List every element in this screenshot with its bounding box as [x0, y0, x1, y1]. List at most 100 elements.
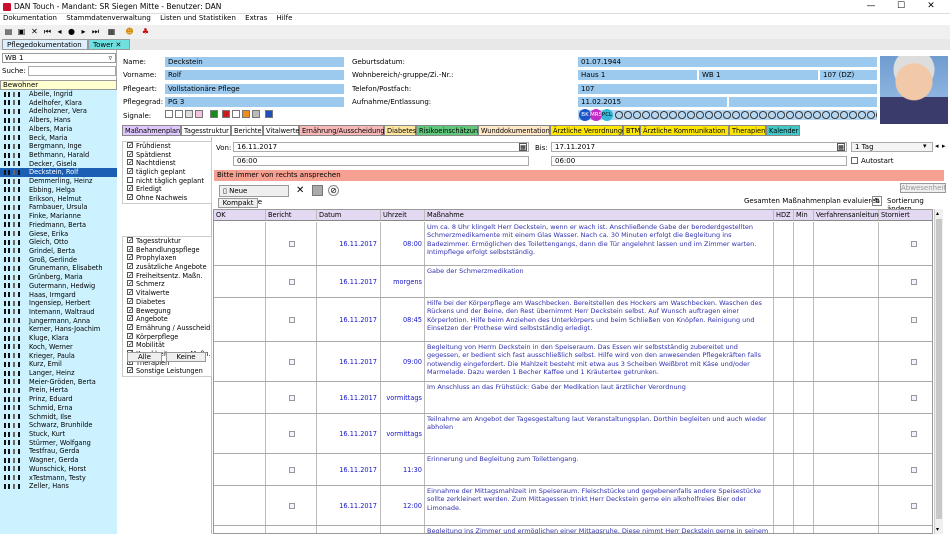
minimize-button[interactable]: —: [856, 0, 886, 14]
storniert-checkbox[interactable]: [911, 467, 917, 473]
scroll-down-icon[interactable]: ▾: [936, 526, 939, 533]
table-row[interactable]: 16.11.2017 11:30 Erinnerung und Begleitung…: [214, 454, 932, 486]
resident-item[interactable]: Beck, Maria: [0, 134, 117, 143]
report-checkbox[interactable]: [289, 241, 295, 247]
menu-stammdaten[interactable]: Stammdatenverwaltung: [66, 14, 151, 22]
abwesenheit-button[interactable]: Abwesenheit: [900, 183, 946, 193]
table-row[interactable]: 16.11.2017 vormittags Teilnahme am Angebot…: [214, 414, 932, 454]
filter-item[interactable]: ✓ Angebote: [123, 315, 211, 324]
col-datum[interactable]: Datum: [317, 210, 381, 221]
resident-item[interactable]: Schwarz, Brunhilde: [0, 421, 117, 430]
period-select[interactable]: 1 Tag: [851, 142, 933, 152]
checkbox[interactable]: ✓: [127, 142, 133, 149]
filter-item[interactable]: ✓ Ohne Nachweis: [123, 194, 211, 203]
resident-item[interactable]: Groß, Gerlinde: [0, 256, 117, 265]
tab-massnahmenplan[interactable]: Maßnahmenplan: [122, 125, 181, 136]
tab-btm[interactable]: BTM: [623, 125, 640, 136]
filter-item[interactable]: ✓ Mobilität: [123, 341, 211, 350]
resident-item[interactable]: Gutermann, Hedwig: [0, 282, 117, 291]
col-verfahren[interactable]: Verfahrensanleitungen: [814, 210, 891, 221]
bis-date-input[interactable]: 17.11.2017: [551, 142, 847, 152]
resident-item[interactable]: Erikson, Helmut: [0, 195, 117, 204]
checkbox[interactable]: ✓: [127, 367, 133, 374]
calendar-icon[interactable]: ▦: [519, 143, 527, 151]
resident-item[interactable]: Haas, Irmgard: [0, 291, 117, 300]
filter-item[interactable]: ✓ Spätdienst: [123, 150, 211, 160]
last-record-icon[interactable]: ⏭: [90, 26, 101, 37]
resident-item[interactable]: Finke, Marianne: [0, 212, 117, 221]
tab-verordnungen[interactable]: Ärztliche Verordnungen: [550, 125, 630, 136]
checkbox[interactable]: ✓: [127, 280, 133, 287]
stop-icon[interactable]: ●: [66, 26, 77, 37]
alle-button[interactable]: Alle: [127, 352, 162, 362]
resident-item[interactable]: Friedmann, Berta: [0, 221, 117, 230]
checkbox[interactable]: ✓: [127, 271, 133, 278]
report-checkbox[interactable]: [289, 279, 295, 285]
next-record-icon[interactable]: ▸: [78, 26, 89, 37]
next-period-icon[interactable]: ▸: [942, 142, 950, 152]
cancel-icon[interactable]: ⊘: [328, 185, 339, 196]
resident-item[interactable]: Giese, Erika: [0, 230, 117, 239]
resident-item[interactable]: Stürmer, Wolfgang: [0, 439, 117, 448]
checkbox[interactable]: ✓: [127, 289, 133, 296]
autostart-checkbox[interactable]: [851, 157, 858, 164]
clipboard-icon[interactable]: ▦: [106, 26, 117, 37]
filter-item[interactable]: ✓ Frühdienst: [123, 142, 211, 151]
storniert-checkbox[interactable]: [911, 395, 917, 401]
close-button[interactable]: ✕: [916, 0, 946, 14]
calendar-icon[interactable]: ▦: [837, 143, 845, 151]
checkbox[interactable]: ✓: [127, 306, 133, 313]
new-measure-button[interactable]: ▯ Neue Maßnahme: [219, 185, 289, 206]
resident-item[interactable]: Grünberg, Maria: [0, 273, 117, 282]
von-time-input[interactable]: 06:00: [233, 156, 529, 166]
checkbox[interactable]: ✓: [127, 150, 133, 157]
col-massnahme[interactable]: Maßnahme: [425, 210, 774, 221]
resident-item[interactable]: Prinz, Eduard: [0, 395, 117, 404]
filter-item[interactable]: ✓ Sonstige Leistungen: [123, 367, 211, 376]
col-min[interactable]: Min: [794, 210, 814, 221]
first-record-icon[interactable]: ⏮: [42, 26, 53, 37]
filter-item[interactable]: nicht täglich geplant: [123, 176, 211, 186]
filter-item[interactable]: ✓ täglich geplant: [123, 168, 211, 177]
table-row[interactable]: 16.11.2017 08:00 Um ca. 8 Uhr klingelt Her…: [214, 222, 932, 266]
kompakt-button[interactable]: Kompakt: [218, 198, 258, 208]
resident-item[interactable]: Schmid, Erna: [0, 404, 117, 413]
resident-item[interactable]: Wagner, Gerda: [0, 456, 117, 465]
table-row[interactable]: 16.11.2017 09:00 Begleitung von Herrn Deck…: [214, 342, 932, 382]
resident-item[interactable]: Prein, Herta: [0, 386, 117, 395]
resident-item[interactable]: Albers, Hans: [0, 116, 117, 125]
tab-therapien[interactable]: Therapien: [729, 125, 766, 136]
tab-pflegedokumentation[interactable]: Pflegedokumentation ✕: [2, 39, 88, 60]
new-doc-icon[interactable]: ▤: [3, 26, 14, 37]
delete-icon[interactable]: ✕: [29, 26, 40, 37]
checkbox[interactable]: ✓: [127, 237, 133, 244]
resident-item[interactable]: Testfrau, Gerda: [0, 447, 117, 456]
save-icon[interactable]: ▣: [16, 26, 27, 37]
table-row[interactable]: 16.11.2017 morgens Gabe der Schmerzmedikat…: [214, 266, 932, 298]
report-checkbox[interactable]: [289, 317, 295, 323]
resident-item[interactable]: Kerner, Hans-Joachim: [0, 325, 117, 334]
col-uhrzeit[interactable]: Uhrzeit: [381, 210, 425, 221]
tab-kalender[interactable]: Kalender: [766, 125, 800, 136]
report-checkbox[interactable]: [289, 467, 295, 473]
scroll-thumb[interactable]: [936, 219, 942, 519]
delete-icon[interactable]: ✕: [296, 185, 307, 196]
report-checkbox[interactable]: [289, 395, 295, 401]
filter-item[interactable]: ✓ Bewegung: [123, 306, 211, 316]
search-input[interactable]: [28, 66, 116, 76]
filter-item[interactable]: ✓ zusätzliche Angebote: [123, 263, 211, 272]
filter-item[interactable]: ✓ Vitalwerte: [123, 289, 211, 298]
von-date-input[interactable]: 16.11.2017: [233, 142, 529, 152]
tab-risiko[interactable]: Risikoeinschätzung: [416, 125, 482, 136]
filter-item[interactable]: ✓ Tagesstruktur: [123, 237, 211, 246]
sort-icon[interactable]: ⇅: [872, 196, 882, 206]
resident-item[interactable]: Albers, Maria: [0, 125, 117, 134]
resident-item[interactable]: Bethmann, Harald: [0, 151, 117, 160]
resident-item[interactable]: Grindel, Berta: [0, 247, 117, 256]
resident-item[interactable]: Zeller, Hans: [0, 482, 117, 491]
checkbox[interactable]: ✓: [127, 254, 133, 261]
filter-item[interactable]: ✓ Nachtdienst: [123, 159, 211, 168]
col-storniert[interactable]: Storniert: [879, 210, 932, 221]
resident-item[interactable]: Stuck, Kurt: [0, 430, 117, 439]
checkbox[interactable]: [127, 176, 133, 183]
